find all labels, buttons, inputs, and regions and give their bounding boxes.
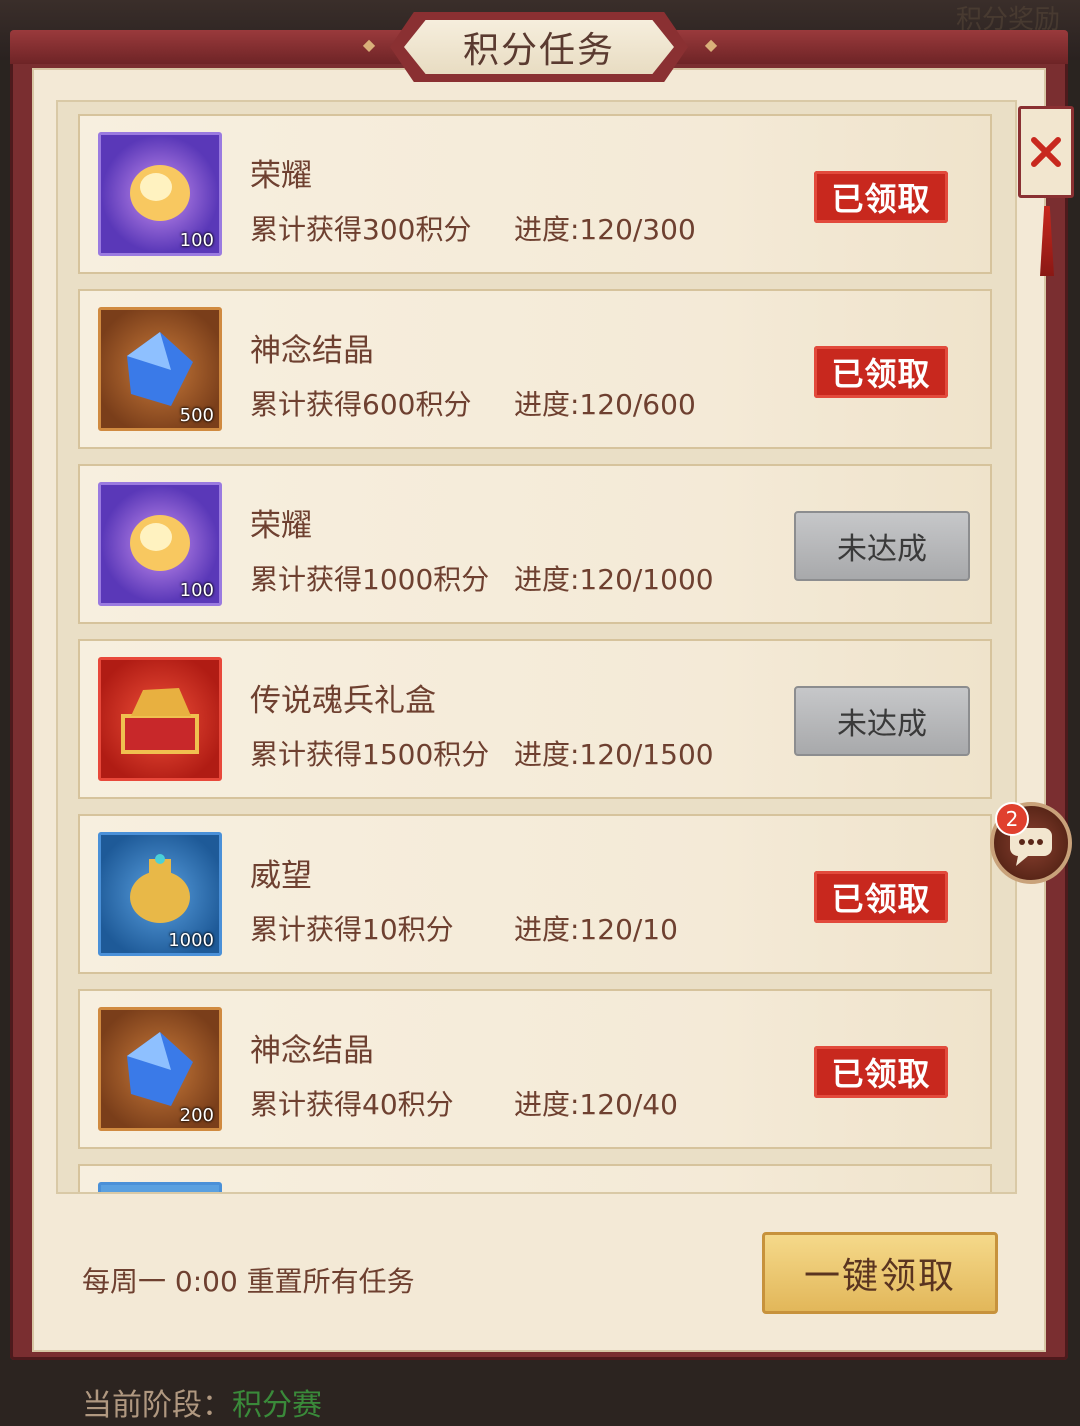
glory-orb-icon[interactable]: 100 bbox=[98, 132, 222, 256]
task-requirement: 累计获得10积分 bbox=[250, 913, 454, 946]
task-requirement: 累计获得1000积分 bbox=[250, 563, 490, 596]
reset-note: 每周一 0:00 重置所有任务 bbox=[82, 1265, 415, 1298]
task-progress: 进度:120/600 bbox=[514, 388, 696, 421]
task-progress: 进度:120/1000 bbox=[514, 563, 714, 596]
current-stage-text: 当前阶段：积分赛 bbox=[82, 1380, 322, 1424]
dialog-title: 积分任务 bbox=[404, 20, 674, 74]
chat-badge: 2 bbox=[995, 802, 1029, 836]
item-name: 神念结晶 bbox=[250, 1033, 374, 1069]
task-row: 100 荣耀 累计获得300积分 进度:120/300 已领取 bbox=[78, 114, 992, 274]
golden-urn-icon[interactable]: 1000 bbox=[98, 832, 222, 956]
task-list[interactable]: 100 荣耀 累计获得300积分 进度:120/300 已领取 500 神念结晶… bbox=[56, 100, 1017, 1194]
task-row-partial bbox=[78, 1164, 992, 1192]
claimed-stamp: 已领取 bbox=[814, 1046, 948, 1098]
task-row: 1000 威望 累计获得10积分 进度:120/10 已领取 bbox=[78, 814, 992, 974]
not-reached-button[interactable]: 未达成 bbox=[794, 686, 970, 756]
task-requirement: 累计获得40积分 bbox=[250, 1088, 454, 1121]
item-quantity: 500 bbox=[179, 405, 214, 426]
task-row: 100 荣耀 累计获得1000积分 进度:120/1000 未达成 bbox=[78, 464, 992, 624]
item-quantity: 100 bbox=[179, 580, 214, 601]
close-icon bbox=[1031, 137, 1061, 167]
item-name: 神念结晶 bbox=[250, 333, 374, 369]
current-stage-value: 积分赛 bbox=[232, 1388, 322, 1423]
item-icon[interactable] bbox=[98, 1182, 222, 1192]
task-progress: 进度:120/1500 bbox=[514, 738, 714, 771]
claim-all-button[interactable]: 一键领取 bbox=[762, 1232, 998, 1314]
treasure-chest-icon[interactable] bbox=[98, 657, 222, 781]
task-requirement: 累计获得300积分 bbox=[250, 213, 472, 246]
task-progress: 进度:120/300 bbox=[514, 213, 696, 246]
task-row: 200 神念结晶 累计获得40积分 进度:120/40 已领取 bbox=[78, 989, 992, 1149]
task-row: 传说魂兵礼盒 累计获得1500积分 进度:120/1500 未达成 bbox=[78, 639, 992, 799]
item-name: 荣耀 bbox=[250, 508, 312, 544]
close-button[interactable] bbox=[1018, 106, 1074, 198]
item-name: 传说魂兵礼盒 bbox=[250, 683, 436, 719]
claimed-stamp: 已领取 bbox=[814, 346, 948, 398]
task-requirement: 累计获得1500积分 bbox=[250, 738, 490, 771]
item-quantity: 1000 bbox=[168, 930, 214, 951]
task-requirement: 累计获得600积分 bbox=[250, 388, 472, 421]
blue-crystal-icon[interactable]: 500 bbox=[98, 307, 222, 431]
item-quantity: 200 bbox=[179, 1105, 214, 1126]
task-row: 500 神念结晶 累计获得600积分 进度:120/600 已领取 bbox=[78, 289, 992, 449]
item-name: 威望 bbox=[250, 858, 312, 894]
glory-orb-icon[interactable]: 100 bbox=[98, 482, 222, 606]
current-stage-label: 当前阶段： bbox=[82, 1388, 232, 1423]
not-reached-button[interactable]: 未达成 bbox=[794, 511, 970, 581]
right-knot-icon: ◆ bbox=[704, 35, 718, 54]
item-quantity: 100 bbox=[179, 230, 214, 251]
claimed-stamp: 已领取 bbox=[814, 171, 948, 223]
task-progress: 进度:120/40 bbox=[514, 1088, 678, 1121]
blue-crystal-icon[interactable]: 200 bbox=[98, 1007, 222, 1131]
task-progress: 进度:120/10 bbox=[514, 913, 678, 946]
item-name: 荣耀 bbox=[250, 158, 312, 194]
claimed-stamp: 已领取 bbox=[814, 871, 948, 923]
left-knot-icon: ◆ bbox=[362, 35, 376, 54]
